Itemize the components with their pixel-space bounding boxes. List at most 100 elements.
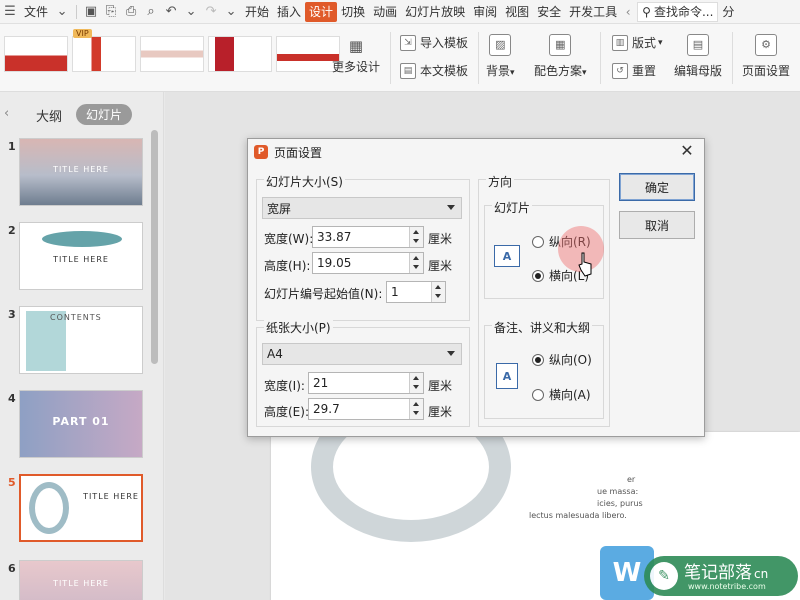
slide-caption: TITLE HERE — [83, 492, 139, 501]
this-template-button[interactable]: ▤ 本文模板 — [400, 62, 468, 79]
design-thumb[interactable] — [208, 36, 272, 72]
ok-button[interactable]: 确定 — [619, 173, 695, 201]
radio-dot — [532, 388, 544, 401]
paper-size-value: A4 — [267, 347, 283, 361]
print-preview-icon[interactable]: ⌕ — [141, 2, 161, 22]
paper-size-select[interactable]: A4 — [262, 343, 462, 365]
design-thumb[interactable] — [140, 36, 204, 72]
hamburger-icon[interactable]: ☰ — [0, 2, 20, 22]
slide-thumbnail-6[interactable]: 6 TITLE HERE — [0, 560, 150, 600]
slide-height-input[interactable]: 19.05 — [312, 252, 424, 274]
layout-button[interactable]: ▥ 版式 ▾ — [612, 34, 663, 51]
landscape-page-icon: A — [494, 245, 520, 267]
design-thumb-vip[interactable]: VIP — [72, 29, 136, 72]
menu-bar: ☰ 文件 ⌄ ▣ ⎘ ⎙ ⌕ ↶ ⌄ ↷ ⌄ 开始 插入 设计 切换 动画 幻灯… — [0, 0, 800, 24]
slide-thumbnail-1[interactable]: 1 TITLE HERE — [0, 138, 150, 208]
redo-icon[interactable]: ↷ — [201, 2, 221, 22]
paper-height-label: 高度(E): — [264, 405, 309, 419]
site-badge: ✎ 笔记部落 cn www.notetribe.com — [644, 556, 798, 596]
chevron-down-icon[interactable]: ⌄ — [52, 2, 72, 22]
divider — [478, 32, 479, 84]
cancel-button[interactable]: 取消 — [619, 211, 695, 239]
chevron-down-icon[interactable]: ⌄ — [221, 2, 241, 22]
start-number-value: 1 — [391, 285, 399, 299]
slide-thumbnail-3[interactable]: 3 CONTENTS — [0, 306, 150, 376]
vip-badge: VIP — [73, 29, 92, 38]
spinner-buttons[interactable] — [409, 373, 423, 393]
reset-icon: ↺ — [612, 62, 628, 79]
search-icon: ⚲ — [642, 4, 651, 19]
page-setup-button[interactable]: ⚙ 页面设置 — [742, 34, 790, 79]
notes-portrait-radio[interactable]: 纵向(O) — [532, 351, 592, 368]
save-icon[interactable]: ▣ — [81, 2, 101, 22]
reset-button[interactable]: ↺ 重置 — [612, 62, 656, 79]
share-label[interactable]: 分 — [718, 0, 738, 24]
page-icon-letter: A — [502, 249, 512, 263]
more-design-label: 更多设计 — [331, 60, 380, 74]
color-scheme-button[interactable]: ▦ 配色方案▾ — [534, 34, 587, 79]
command-search[interactable]: ⚲ 查找命令... — [637, 1, 719, 22]
export-icon[interactable]: ⎘ — [101, 2, 121, 22]
spinner-buttons[interactable] — [409, 227, 423, 247]
paper-width-input[interactable]: 21 — [308, 372, 424, 394]
slide-width-input[interactable]: 33.87 — [312, 226, 424, 248]
slide-preview: TITLE HERE — [19, 138, 143, 206]
page-setup-dialog: P 页面设置 ✕ 幻灯片大小(S) 宽屏 宽度(W): 33.87 厘米 高度(… — [247, 138, 705, 437]
menu-file[interactable]: 文件 — [20, 0, 52, 24]
close-icon[interactable]: ✕ — [678, 142, 696, 160]
slide-thumbnail-4[interactable]: 4 PART 01 — [0, 390, 150, 460]
radio-dot-selected — [532, 269, 544, 282]
tab-view[interactable]: 视图 — [501, 0, 533, 24]
print-icon[interactable]: ⎙ — [121, 2, 141, 22]
tab-review[interactable]: 审阅 — [469, 0, 501, 24]
brush-stroke — [42, 231, 122, 247]
undo-icon[interactable]: ↶ — [161, 2, 181, 22]
spinner-buttons[interactable] — [431, 282, 445, 302]
start-number-label: 幻灯片编号起始值(N): — [264, 287, 383, 301]
tab-design[interactable]: 设计 — [305, 1, 338, 22]
chevron-down-icon: ▾ — [658, 37, 663, 48]
slide-number: 3 — [8, 308, 16, 321]
edit-master-label: 编辑母版 — [674, 64, 723, 78]
template-icon: ▤ — [400, 62, 416, 79]
design-thumb[interactable] — [4, 36, 68, 72]
slide-thumbnail-5[interactable]: 5 TITLE HERE — [0, 474, 150, 544]
tab-slideshow[interactable]: 幻灯片放映 — [401, 0, 469, 24]
site-url: www.notetribe.com — [688, 582, 766, 591]
color-scheme-icon: ▦ — [549, 34, 572, 56]
import-template-button[interactable]: ⇲ 导入模板 — [400, 34, 468, 51]
chevron-down-icon[interactable]: ⌄ — [181, 2, 201, 22]
tab-developer[interactable]: 开发工具 — [565, 0, 621, 24]
tab-slides[interactable]: 幻灯片 — [76, 104, 133, 125]
orientation-label: 方向 — [486, 173, 515, 190]
slide-text-line: lectus malesuada libero. — [529, 511, 627, 520]
watermark: W ✎ 笔记部落 cn www.notetribe.com — [600, 546, 800, 600]
notes-landscape-label: 横向(A) — [549, 388, 591, 402]
slide-size-select[interactable]: 宽屏 — [262, 197, 462, 219]
spinner-buttons[interactable] — [409, 253, 423, 273]
slide-height-label: 高度(H): — [264, 259, 311, 273]
edit-master-button[interactable]: ▤ 编辑母版 — [674, 34, 722, 79]
slide-preview-selected: TITLE HERE — [19, 474, 143, 542]
tab-home[interactable]: 开始 — [241, 0, 273, 24]
tab-insert[interactable]: 插入 — [273, 0, 305, 24]
slide-number: 1 — [8, 140, 16, 153]
tab-security[interactable]: 安全 — [533, 0, 565, 24]
start-number-input[interactable]: 1 — [386, 281, 446, 303]
slides-orientation-label: 幻灯片 — [492, 199, 533, 216]
tab-transition[interactable]: 切换 — [337, 0, 369, 24]
slide-thumbnail-2[interactable]: 2 TITLE HERE — [0, 222, 150, 292]
spinner-buttons[interactable] — [409, 399, 423, 419]
tab-outline[interactable]: 大纲 — [36, 106, 62, 125]
panel-scrollbar[interactable] — [151, 130, 158, 364]
slide-height-value: 19.05 — [317, 256, 352, 270]
chevron-left-icon[interactable]: ‹ — [4, 106, 9, 121]
slide-caption: TITLE HERE — [53, 579, 109, 588]
tab-animation[interactable]: 动画 — [369, 0, 401, 24]
wps-presentation-icon: P — [254, 145, 268, 159]
notes-landscape-radio[interactable]: 横向(A) — [532, 386, 591, 403]
paper-height-input[interactable]: 29.7 — [308, 398, 424, 420]
background-button[interactable]: ▨ 背景▾ — [486, 34, 515, 79]
more-design-button[interactable]: ▦ 更多设计 — [328, 38, 384, 75]
chevron-left-icon[interactable]: ‹ — [621, 5, 635, 19]
